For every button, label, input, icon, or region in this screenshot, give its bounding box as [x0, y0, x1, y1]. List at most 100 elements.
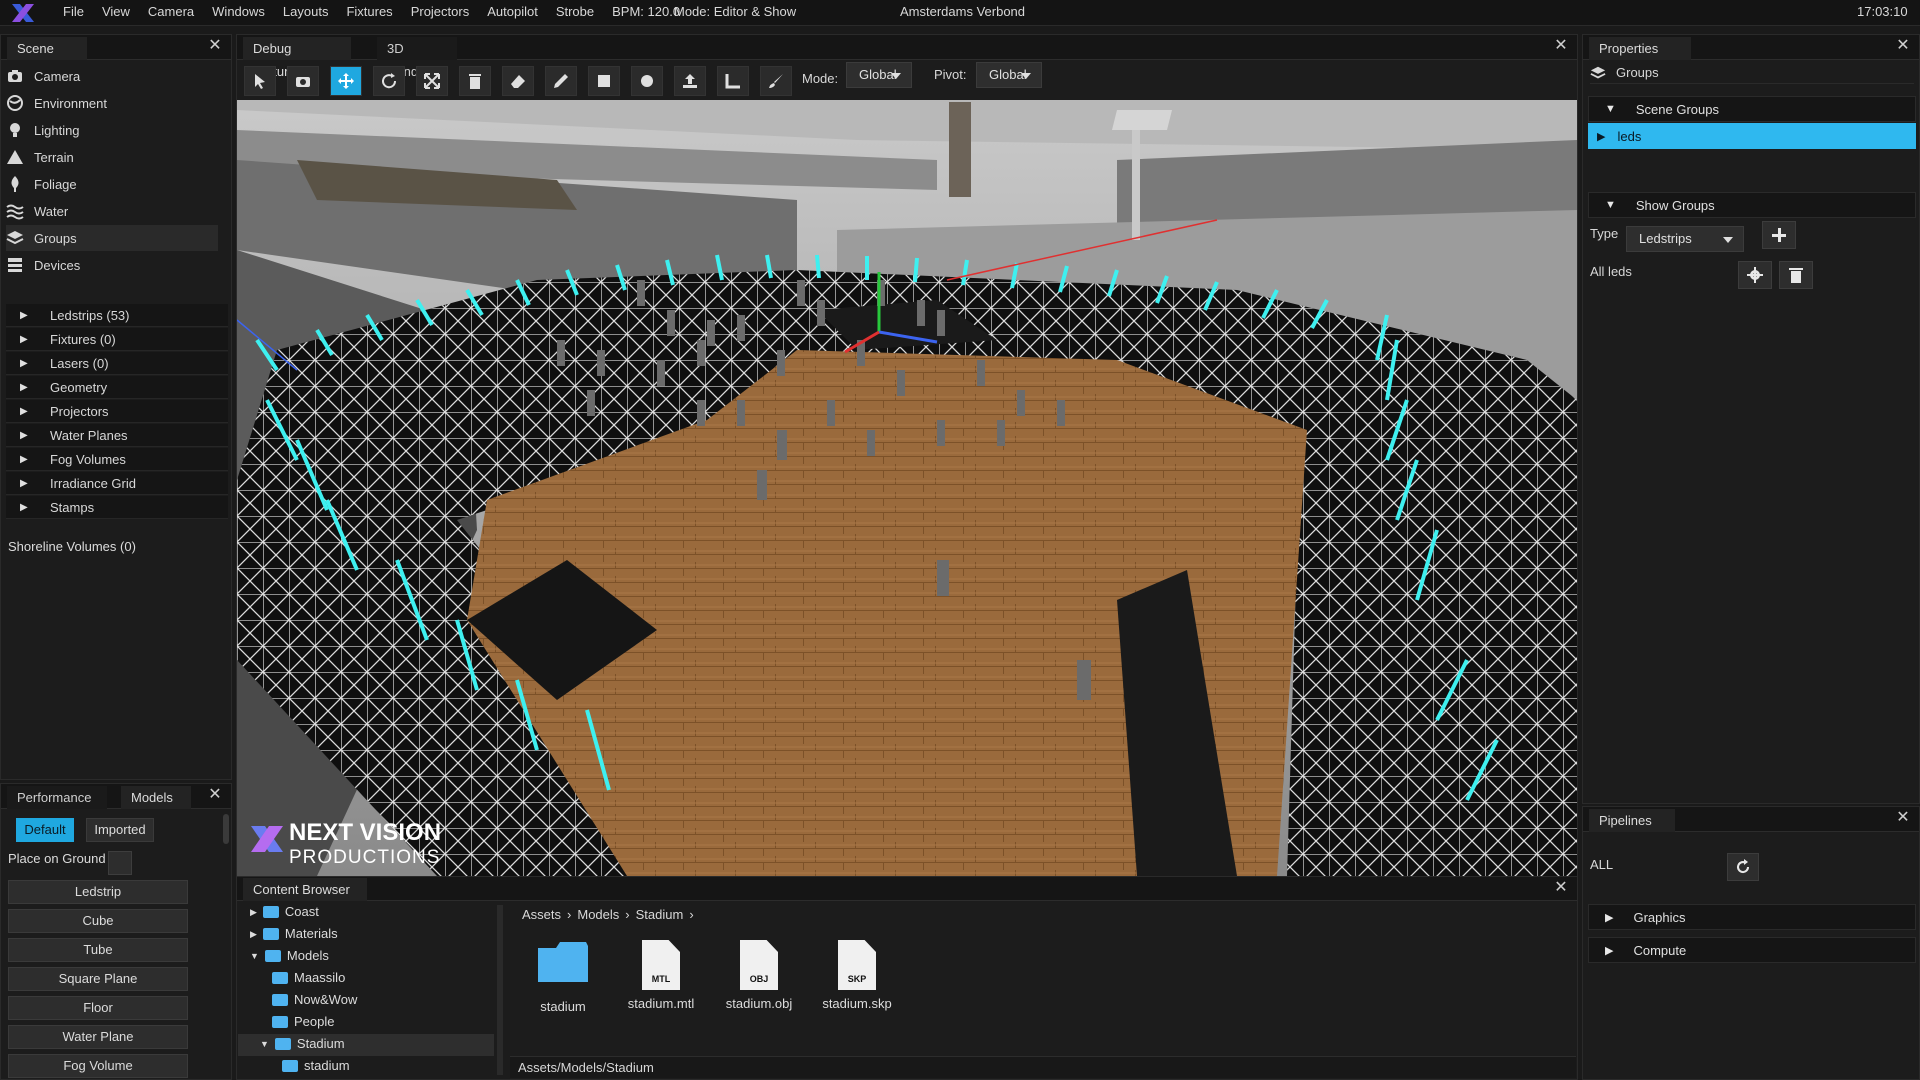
menu-view[interactable]: View — [93, 0, 139, 26]
tree-item-coast[interactable]: ▶ Coast — [250, 901, 319, 923]
tree-item-nowwow[interactable]: Now&Wow — [272, 989, 357, 1011]
rotate-tool-button[interactable] — [373, 66, 405, 96]
select-tool-button[interactable] — [244, 66, 276, 96]
tree-row-stamps[interactable]: ▶ Stamps — [6, 496, 228, 519]
add-group-button[interactable] — [1762, 221, 1796, 249]
expand-arrow-icon[interactable]: ▶ — [20, 430, 32, 441]
imported-button[interactable]: Imported — [86, 818, 154, 842]
scene-item-environment[interactable]: Environment — [6, 90, 218, 116]
tab-debug-textures[interactable]: Debug Textures — [243, 37, 351, 79]
3d-viewport[interactable]: NEXT VISION PRODUCTIONS — [237, 100, 1577, 876]
mode-dropdown[interactable]: Global — [846, 62, 912, 88]
pivot-dropdown[interactable]: Global — [976, 62, 1042, 88]
expand-arrow-icon[interactable]: ▶ — [1597, 130, 1605, 143]
tree-row-lasers[interactable]: ▶ Lasers (0) — [6, 352, 228, 375]
expand-arrow-icon[interactable]: ▶ — [1605, 944, 1613, 957]
scene-item-foliage[interactable]: Foliage — [6, 171, 218, 197]
brush-button[interactable] — [760, 66, 792, 96]
tab-pipelines[interactable]: Pipelines — [1589, 809, 1675, 832]
file-tile-stadium-skp[interactable]: SKP stadium.skp — [812, 940, 902, 1011]
tree-row-ledstrips[interactable]: ▶ Ledstrips (53) — [6, 304, 228, 327]
tree-item-stadium-sub[interactable]: stadium — [282, 1055, 350, 1077]
expand-arrow-icon[interactable]: ▶ — [1605, 911, 1613, 924]
square-button[interactable] — [588, 66, 620, 96]
collapse-arrow-icon[interactable]: ▼ — [260, 1033, 269, 1055]
tree-row-geometry[interactable]: ▶ Geometry — [6, 376, 228, 399]
square-plane-button[interactable]: Square Plane — [8, 967, 188, 991]
tree-item-maassilo[interactable]: Maassilo — [272, 967, 345, 989]
tree-row-projectors[interactable]: ▶ Projectors — [6, 400, 228, 423]
menu-strobe[interactable]: Strobe — [547, 0, 603, 26]
expand-arrow-icon[interactable]: ▶ — [20, 502, 32, 513]
tree-item-materials[interactable]: ▶ Materials — [250, 923, 338, 945]
compute-header[interactable]: ▶ Compute — [1588, 937, 1916, 963]
expand-arrow-icon[interactable]: ▶ — [20, 358, 32, 369]
fog-volume-button[interactable]: Fog Volume — [8, 1054, 188, 1078]
menu-camera[interactable]: Camera — [139, 0, 203, 26]
menu-fixtures[interactable]: Fixtures — [337, 0, 401, 26]
tree-row-fixtures[interactable]: ▶ Fixtures (0) — [6, 328, 228, 351]
tree-row-water-planes[interactable]: ▶ Water Planes — [6, 424, 228, 447]
ledstrip-button[interactable]: Ledstrip — [8, 880, 188, 904]
expand-arrow-icon[interactable]: ▶ — [250, 901, 257, 923]
default-button[interactable]: Default — [16, 818, 74, 842]
expand-arrow-icon[interactable]: ▶ — [250, 923, 257, 945]
scene-item-terrain[interactable]: Terrain — [6, 144, 218, 170]
close-icon[interactable]: ✕ — [207, 38, 223, 54]
scene-groups-header[interactable]: ▼ Scene Groups — [1588, 96, 1916, 122]
tree-row-irradiance-grid[interactable]: ▶ Irradiance Grid — [6, 472, 228, 495]
water-plane-button[interactable]: Water Plane — [8, 1025, 188, 1049]
scrollbar[interactable] — [223, 814, 229, 844]
expand-arrow-icon[interactable]: ▶ — [20, 382, 32, 393]
collapse-arrow-icon[interactable]: ▼ — [1605, 103, 1616, 115]
menu-autopilot[interactable]: Autopilot — [478, 0, 547, 26]
screenshot-button[interactable] — [287, 66, 319, 96]
scene-item-groups[interactable]: Groups — [6, 225, 218, 251]
menu-projectors[interactable]: Projectors — [402, 0, 479, 26]
expand-arrow-icon[interactable]: ▶ — [20, 334, 32, 345]
circle-button[interactable] — [631, 66, 663, 96]
group-item-leds[interactable]: ▶ leds — [1588, 123, 1916, 149]
move-tool-button[interactable] — [330, 66, 362, 96]
delete-button[interactable] — [459, 66, 491, 96]
cube-button[interactable]: Cube — [8, 909, 188, 933]
scene-item-camera[interactable]: Camera — [6, 63, 218, 89]
expand-arrow-icon[interactable]: ▶ — [20, 310, 32, 321]
tab-scene[interactable]: Scene — [7, 37, 87, 60]
expand-arrow-icon[interactable]: ▶ — [20, 478, 32, 489]
close-icon[interactable]: ✕ — [207, 787, 223, 803]
shoreline-volumes-label[interactable]: Shoreline Volumes (0) — [8, 536, 136, 558]
expand-arrow-icon[interactable]: ▶ — [20, 406, 32, 417]
breadcrumb-assets[interactable]: Assets — [522, 907, 561, 922]
pencil-button[interactable] — [545, 66, 577, 96]
tab-performance[interactable]: Performance — [7, 786, 107, 809]
eraser-button[interactable] — [502, 66, 534, 96]
tree-scrollbar[interactable] — [497, 905, 503, 1075]
upload-button[interactable] — [674, 66, 706, 96]
scale-tool-button[interactable] — [416, 66, 448, 96]
collapse-arrow-icon[interactable]: ▼ — [250, 945, 259, 967]
tab-content-browser[interactable]: Content Browser — [243, 878, 367, 901]
scene-item-water[interactable]: Water — [6, 198, 218, 224]
place-on-ground-checkbox[interactable] — [108, 851, 132, 875]
breadcrumb-models[interactable]: Models — [577, 907, 619, 922]
stadium-scene[interactable]: NEXT VISION PRODUCTIONS — [237, 100, 1577, 876]
tube-button[interactable]: Tube — [8, 938, 188, 962]
menu-layouts[interactable]: Layouts — [274, 0, 338, 26]
file-tile-stadium-obj[interactable]: OBJ stadium.obj — [714, 940, 804, 1011]
file-tile-stadium-folder[interactable]: stadium — [518, 940, 608, 1014]
expand-arrow-icon[interactable]: ▶ — [20, 454, 32, 465]
close-icon[interactable]: ✕ — [1553, 880, 1569, 896]
scene-item-devices[interactable]: Devices — [6, 252, 218, 278]
close-icon[interactable]: ✕ — [1553, 38, 1569, 54]
graphics-header[interactable]: ▶ Graphics — [1588, 904, 1916, 930]
delete-group-button[interactable] — [1779, 261, 1813, 289]
collapse-arrow-icon[interactable]: ▼ — [1605, 199, 1616, 211]
tree-item-models[interactable]: ▼ Models — [250, 945, 329, 967]
menu-file[interactable]: File — [54, 0, 93, 26]
type-dropdown[interactable]: Ledstrips — [1626, 226, 1744, 252]
scene-item-lighting[interactable]: Lighting — [6, 117, 218, 143]
tree-item-people[interactable]: People — [272, 1011, 334, 1033]
tree-row-fog-volumes[interactable]: ▶ Fog Volumes — [6, 448, 228, 471]
close-icon[interactable]: ✕ — [1895, 38, 1911, 54]
